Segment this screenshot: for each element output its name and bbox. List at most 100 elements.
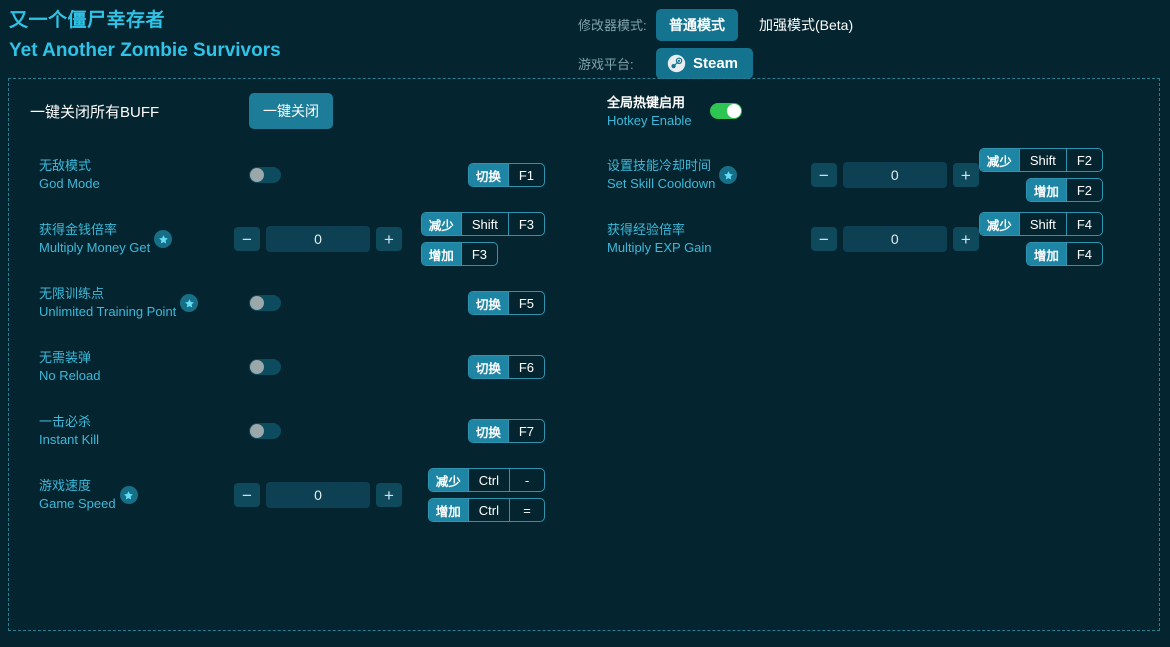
increment-button[interactable]: + <box>376 227 402 251</box>
hotkey-group: 切换 F5 <box>467 291 545 315</box>
hotkey-key[interactable]: = <box>509 499 544 521</box>
hotkey-key[interactable]: F3 <box>507 213 544 235</box>
cheat-label-group: 获得金钱倍率 Multiply Money Get <box>39 221 234 257</box>
hotkey-shift-f2[interactable]: 减少 Shift F2 <box>978 148 1103 172</box>
hotkey-f5[interactable]: 切换 F5 <box>467 291 545 315</box>
disable-all-buffs-row: 一键关闭所有BUFF 一键关闭 <box>9 79 569 143</box>
cheat-row-instant-kill: 一击必杀 Instant Kill 切换 F7 <box>9 399 569 463</box>
favorite-star-icon[interactable] <box>180 294 199 312</box>
hotkey-group: 减少 Ctrl - 增加 Ctrl = <box>427 468 545 522</box>
hotkey-key[interactable]: Ctrl <box>467 499 509 521</box>
hotkey-action-label: 切换 <box>468 292 508 314</box>
cheat-toggle[interactable] <box>249 359 281 375</box>
hotkey-group: 切换 F7 <box>467 419 545 443</box>
header-controls: 修改器模式: 普通模式 加强模式(Beta) 游戏平台: Steam <box>578 8 866 80</box>
hotkey-key[interactable]: Shift <box>1018 149 1066 171</box>
app-header: 又一个僵尸幸存者 Yet Another Zombie Survivors 修改… <box>0 0 1170 80</box>
hotkey-f4[interactable]: 增加 F4 <box>1025 242 1103 266</box>
value-stepper: −0 + <box>234 226 402 252</box>
hotkey-key[interactable]: - <box>509 469 544 491</box>
hotkey-key[interactable]: F4 <box>1065 243 1102 265</box>
left-column: 一键关闭所有BUFF 一键关闭 无敌模式 God Mode 切换 F1 获得金钱倍率 Mu… <box>9 79 569 527</box>
platform-steam-button[interactable]: Steam <box>656 48 754 79</box>
hotkey-key[interactable]: F2 <box>1065 179 1102 201</box>
hotkey-key[interactable]: F1 <box>507 164 544 186</box>
cheat-toggle[interactable] <box>249 167 281 183</box>
cheat-label-group: 无需装弹 No Reload <box>39 349 234 385</box>
cheat-name: 获得金钱倍率 Multiply Money Get <box>39 221 150 257</box>
hotkey-key[interactable]: F5 <box>507 292 544 314</box>
value-input[interactable]: 0 <box>266 226 370 252</box>
cheat-label-group: 无限训练点 Unlimited Training Point <box>39 285 234 321</box>
decrement-button[interactable]: − <box>234 483 260 507</box>
hotkey-action-label: 增加 <box>1026 179 1066 201</box>
hotkey-group: 减少 Shift F3 增加 F3 <box>420 212 545 266</box>
hotkey-action-label: 切换 <box>468 356 508 378</box>
hotkey-action-label: 减少 <box>979 213 1019 235</box>
platform-name: Steam <box>693 55 739 72</box>
cheat-name-cn: 无敌模式 <box>39 158 92 173</box>
cheat-name: 设置技能冷却时间 Set Skill Cooldown <box>607 157 715 193</box>
favorite-star-icon[interactable] <box>154 230 173 248</box>
favorite-star-icon[interactable] <box>119 486 138 504</box>
hotkey-shift-f3[interactable]: 减少 Shift F3 <box>420 212 545 236</box>
hotkey-key[interactable]: Shift <box>1018 213 1066 235</box>
increment-button[interactable]: + <box>952 227 979 251</box>
steam-icon <box>667 54 686 73</box>
favorite-star-icon[interactable] <box>719 166 738 184</box>
hotkey-key[interactable]: F7 <box>507 420 544 442</box>
cheat-name-cn: 一击必杀 <box>39 414 92 429</box>
page-title-cn: 又一个僵尸幸存者 <box>9 10 166 31</box>
hotkey-ctrl[interactable]: 增加 Ctrl = <box>427 498 545 522</box>
value-stepper: −0 + <box>810 162 979 188</box>
cheat-name-en: Instant Kill <box>39 432 99 447</box>
cheat-label-group: 一击必杀 Instant Kill <box>39 413 234 449</box>
hotkey-group: 减少 Shift F4 增加 F4 <box>978 212 1103 266</box>
right-column: 全局热键启用 Hotkey Enable 设置技能冷却时间 Set Skill C… <box>589 79 1161 271</box>
hotkey-f2[interactable]: 增加 F2 <box>1025 178 1103 202</box>
value-input[interactable]: 0 <box>842 162 947 188</box>
hotkey-key[interactable]: Ctrl <box>467 469 509 491</box>
increment-button[interactable]: + <box>376 483 402 507</box>
hotkey-ctrl[interactable]: 减少 Ctrl - <box>427 468 545 492</box>
hotkey-group: 切换 F6 <box>467 355 545 379</box>
cheats-panel: 一键关闭所有BUFF 一键关闭 无敌模式 God Mode 切换 F1 获得金钱倍率 Mu… <box>8 78 1160 631</box>
cheat-toggle[interactable] <box>249 295 281 311</box>
cheat-toggle[interactable] <box>249 423 281 439</box>
hotkey-key[interactable]: F2 <box>1065 149 1102 171</box>
decrement-button[interactable]: − <box>234 227 260 251</box>
cheat-label-group: 获得经验倍率 Multiply EXP Gain <box>607 221 811 257</box>
hotkey-key[interactable]: F3 <box>460 243 497 265</box>
hotkey-f6[interactable]: 切换 F6 <box>467 355 545 379</box>
cheat-label-group: 游戏速度 Game Speed <box>39 477 234 513</box>
value-input[interactable]: 0 <box>266 482 370 508</box>
disable-all-buffs-button[interactable]: 一键关闭 <box>249 93 333 129</box>
cheat-row-multiply-exp-gain: 获得经验倍率 Multiply EXP Gain −0 + 减少 Shift F4 增加 F4 <box>589 207 1161 271</box>
hotkey-key[interactable]: F4 <box>1065 213 1102 235</box>
cheat-name-cn: 获得经验倍率 <box>607 222 686 237</box>
hotkey-action-label: 增加 <box>428 499 468 521</box>
hotkey-enable-toggle[interactable] <box>710 103 742 119</box>
cheat-name-en: Multiply EXP Gain <box>607 240 712 255</box>
decrement-button[interactable]: − <box>810 227 837 251</box>
game-platform-row: 游戏平台: Steam <box>578 47 866 80</box>
hotkey-shift-f4[interactable]: 减少 Shift F4 <box>978 212 1103 236</box>
cheat-name: 一击必杀 Instant Kill <box>39 413 99 449</box>
trainer-mode-label: 修改器模式: <box>578 18 647 33</box>
hotkey-f3[interactable]: 增加 F3 <box>420 242 498 266</box>
tab-enhanced-mode[interactable]: 加强模式(Beta) <box>746 9 866 41</box>
value-input[interactable]: 0 <box>842 226 947 252</box>
cheat-row-game-speed: 游戏速度 Game Speed −0 + 减少 Ctrl - 增加 Ctrl = <box>9 463 569 527</box>
cheat-label-group: 无敌模式 God Mode <box>39 157 234 193</box>
hotkey-key[interactable]: Shift <box>460 213 508 235</box>
hotkey-key[interactable]: F6 <box>507 356 544 378</box>
hotkey-f7[interactable]: 切换 F7 <box>467 419 545 443</box>
cheat-name-en: Unlimited Training Point <box>39 304 177 319</box>
hotkey-f1[interactable]: 切换 F1 <box>467 163 545 187</box>
cheat-row-multiply-money-get: 获得金钱倍率 Multiply Money Get −0 + 减少 Shift F3 增加 F3 <box>9 207 569 271</box>
increment-button[interactable]: + <box>952 163 979 187</box>
toggle-knob <box>250 168 264 182</box>
decrement-button[interactable]: − <box>810 163 837 187</box>
hotkey-action-label: 减少 <box>428 469 468 491</box>
tab-normal-mode[interactable]: 普通模式 <box>656 8 738 41</box>
